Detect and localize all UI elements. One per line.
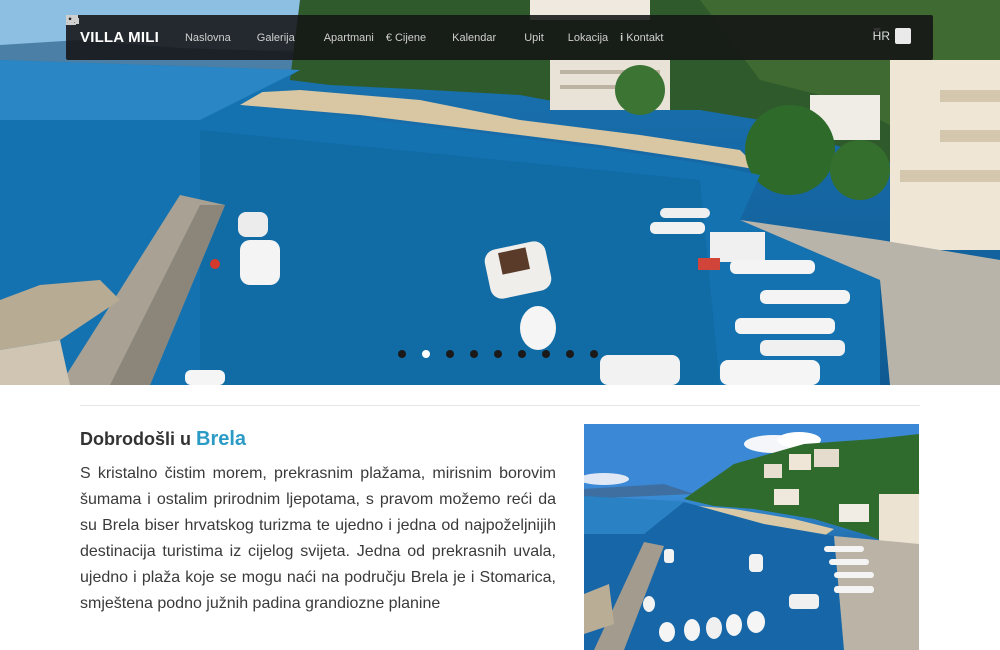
nav-label: Apartmani	[323, 31, 374, 44]
brela-harbor-image	[584, 424, 919, 650]
section-divider	[80, 405, 920, 406]
slider-dot[interactable]	[542, 350, 550, 358]
slider-dot[interactable]	[470, 350, 478, 358]
slider-dot[interactable]	[398, 350, 406, 358]
welcome-heading: Dobrodošli u Brela	[80, 428, 246, 451]
slider-dot[interactable]	[590, 350, 598, 358]
envelope-icon	[66, 15, 520, 43]
nav-item-cijene[interactable]: € Cijene	[386, 32, 426, 44]
nav-label: Galerija	[256, 31, 295, 44]
nav-item-kalendar[interactable]: Kalendar	[66, 16, 497, 44]
slider-dot[interactable]	[518, 350, 526, 358]
brand-logo[interactable]: VILLA MILI	[80, 29, 159, 46]
home-icon	[66, 16, 181, 43]
nav-item-galerija[interactable]: Galerija	[66, 15, 295, 44]
nav-label: Naslovna	[184, 31, 231, 44]
picture-icon	[66, 15, 253, 43]
language-selector[interactable]: HR	[872, 28, 911, 44]
info-icon: i	[620, 31, 624, 44]
nav-item-naslovna[interactable]: Naslovna	[66, 16, 231, 44]
nav-item-upit[interactable]: Upit	[66, 15, 544, 44]
slider-dot-active[interactable]	[422, 350, 430, 358]
intro-paragraph: S kristalno čistim morem, prekrasnim pla…	[80, 465, 556, 612]
slider-dot[interactable]	[446, 350, 454, 358]
nav-label: Cijene	[394, 31, 427, 44]
nav-item-apartmani[interactable]: Apartmani	[66, 15, 374, 44]
hero-slider[interactable]: VILLA MILI Naslovna Galerija Apartmani €…	[0, 0, 1000, 385]
slider-pagination	[398, 350, 614, 358]
calendar-icon	[66, 16, 448, 43]
bed-icon	[66, 15, 320, 43]
nav-item-lokacija[interactable]: Lokacija	[66, 15, 609, 44]
euro-icon: €	[385, 31, 392, 44]
top-navbar: VILLA MILI Naslovna Galerija Apartmani €…	[66, 15, 933, 60]
slider-dot[interactable]	[494, 350, 502, 358]
welcome-place: Brela	[196, 428, 247, 450]
nav-label: Lokacija	[567, 31, 609, 44]
slider-dot[interactable]	[566, 350, 574, 358]
nav-label: Upit	[524, 31, 544, 44]
welcome-prefix: Dobrodošli u	[80, 429, 191, 449]
nav-label: Kontakt	[626, 31, 664, 44]
nav-item-kontakt[interactable]: i Kontakt	[620, 32, 663, 44]
chevron-down-icon[interactable]	[872, 28, 911, 44]
map-marker-icon	[66, 15, 564, 43]
brela-photo	[584, 424, 919, 650]
nav-label: Kalendar	[452, 31, 497, 44]
